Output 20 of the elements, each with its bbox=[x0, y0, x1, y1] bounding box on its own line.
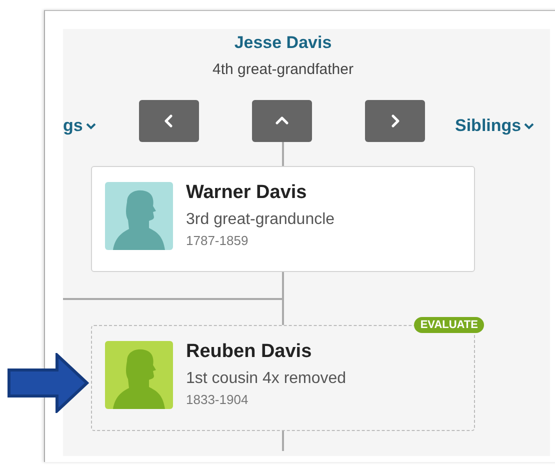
chevron-down-icon bbox=[86, 121, 96, 131]
person-name-link[interactable]: Jesse Davis bbox=[234, 33, 332, 53]
life-dates: 1833-1904 bbox=[186, 392, 250, 407]
life-dates: 1787-1859 bbox=[186, 233, 250, 248]
person-name: Warner Davis bbox=[186, 182, 308, 204]
person-card[interactable]: Warner Davis 3rd great-granduncle 1787-1859 bbox=[91, 166, 475, 272]
next-button[interactable] bbox=[365, 100, 425, 142]
relationship-label: 4th great-grandfather bbox=[212, 61, 354, 78]
person-silhouette-icon bbox=[105, 341, 173, 409]
siblings-link[interactable]: gs bbox=[63, 116, 139, 136]
relationship-label: 1st cousin 4x removed bbox=[186, 370, 346, 388]
evaluate-badge: EVALUATE bbox=[414, 317, 484, 333]
parent-button[interactable] bbox=[252, 100, 312, 142]
person-name: Reuben Davis bbox=[186, 341, 313, 363]
siblings-link[interactable]: Siblings bbox=[455, 116, 534, 136]
relationship-label: 3rd great-granduncle bbox=[186, 211, 335, 229]
chevron-down-icon bbox=[524, 121, 534, 131]
pointer-arrow-icon bbox=[7, 353, 89, 413]
person-silhouette-icon bbox=[105, 182, 173, 250]
previous-button[interactable] bbox=[139, 100, 199, 142]
